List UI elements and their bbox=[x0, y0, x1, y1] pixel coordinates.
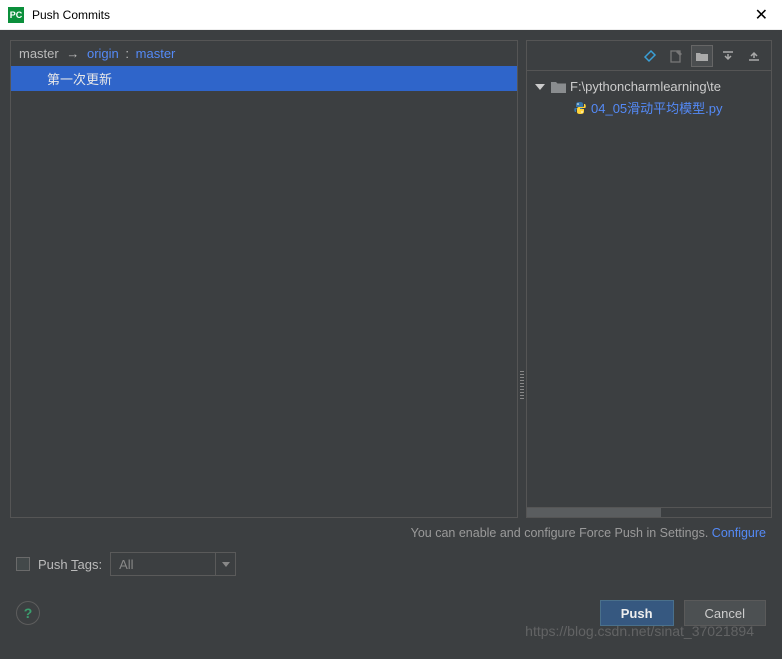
dialog-body: master → origin : master 第一次更新 bbox=[0, 30, 782, 659]
hint-text: You can enable and configure Force Push … bbox=[411, 526, 712, 540]
commits-panel: master → origin : master 第一次更新 bbox=[10, 40, 518, 518]
splitter-handle[interactable] bbox=[518, 40, 526, 518]
commit-row[interactable]: 第一次更新 bbox=[11, 66, 517, 91]
collapse-all-icon bbox=[747, 49, 761, 63]
file-tree: F:\pythoncharmlearning\te 04_05滑动平均模型.py bbox=[527, 71, 771, 507]
edit-source-button[interactable] bbox=[665, 45, 687, 67]
collapse-all-button[interactable] bbox=[743, 45, 765, 67]
files-panel: F:\pythoncharmlearning\te 04_05滑动平均模型.py bbox=[526, 40, 772, 518]
push-tags-select[interactable]: All bbox=[110, 552, 236, 576]
edit-icon bbox=[669, 49, 683, 63]
pin-icon bbox=[643, 49, 657, 63]
colon: : bbox=[125, 46, 129, 61]
dialog-footer: ? Push Cancel bbox=[10, 586, 772, 626]
remote-name: origin bbox=[87, 46, 119, 61]
horizontal-scrollbar[interactable] bbox=[527, 507, 771, 517]
chevron-down-icon bbox=[535, 84, 545, 90]
titlebar: PC Push Commits ✕ bbox=[0, 0, 782, 30]
folder-icon bbox=[551, 80, 566, 93]
configure-link[interactable]: Configure bbox=[712, 526, 766, 540]
group-by-icon bbox=[695, 49, 709, 63]
force-push-hint: You can enable and configure Force Push … bbox=[10, 518, 772, 550]
window-title: Push Commits bbox=[32, 8, 749, 22]
tree-folder-row[interactable]: F:\pythoncharmlearning\te bbox=[531, 77, 767, 96]
chevron-down-icon bbox=[222, 562, 230, 567]
folder-path: F:\pythoncharmlearning\te bbox=[570, 79, 721, 94]
arrow-icon: → bbox=[66, 46, 79, 61]
file-name: 04_05滑动平均模型.py bbox=[591, 98, 723, 117]
pin-button[interactable] bbox=[639, 45, 661, 67]
push-tags-label: Push Tags: bbox=[38, 557, 102, 572]
help-button[interactable]: ? bbox=[16, 601, 40, 625]
push-button[interactable]: Push bbox=[600, 600, 674, 626]
scrollbar-thumb[interactable] bbox=[527, 508, 661, 517]
expand-all-button[interactable] bbox=[717, 45, 739, 67]
push-tags-dropdown-button[interactable] bbox=[215, 553, 235, 575]
push-tags-value: All bbox=[111, 557, 215, 572]
branch-row[interactable]: master → origin : master bbox=[11, 41, 517, 66]
panels: master → origin : master 第一次更新 bbox=[10, 40, 772, 518]
close-icon[interactable]: ✕ bbox=[749, 5, 774, 25]
group-by-directory-button[interactable] bbox=[691, 45, 713, 67]
tracking-branch: master bbox=[136, 46, 176, 61]
files-toolbar bbox=[527, 41, 771, 71]
python-file-icon bbox=[573, 101, 587, 115]
grip-icon bbox=[520, 369, 524, 399]
cancel-button[interactable]: Cancel bbox=[684, 600, 766, 626]
push-tags-row: Push Tags: All bbox=[10, 550, 772, 586]
tree-file-row[interactable]: 04_05滑动平均模型.py bbox=[531, 96, 767, 119]
push-tags-checkbox[interactable] bbox=[16, 557, 30, 571]
expand-all-icon bbox=[721, 49, 735, 63]
app-icon: PC bbox=[8, 7, 24, 23]
commit-message: 第一次更新 bbox=[47, 72, 112, 87]
local-branch: master bbox=[19, 46, 59, 61]
